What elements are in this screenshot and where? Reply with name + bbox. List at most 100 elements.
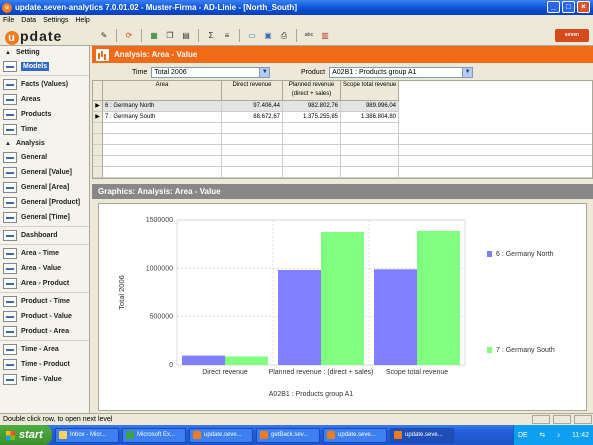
- sidebar-item-general-area[interactable]: General [Area]: [0, 180, 89, 195]
- toolbar-separator: [141, 29, 142, 42]
- window-title: update.seven-analytics 7.0.01.02 - Muste…: [15, 3, 297, 12]
- column-header-scope-total-revenue[interactable]: Scope total revenue: [341, 81, 399, 101]
- menu-help[interactable]: Help: [75, 17, 89, 24]
- excel-icon[interactable]: ▦: [148, 30, 160, 42]
- maximize-button[interactable]: □: [562, 1, 575, 13]
- start-button[interactable]: start: [0, 425, 52, 445]
- product-select[interactable]: A02B1 : Products group A1 ▼: [329, 66, 474, 78]
- sum-icon[interactable]: Σ: [205, 30, 217, 42]
- data-grid: Area Direct revenue Planned revenue (dir…: [92, 80, 593, 179]
- app-icon: [327, 431, 335, 439]
- copy-icon[interactable]: ❐: [164, 30, 176, 42]
- print-icon[interactable]: ⎙: [278, 30, 290, 42]
- filter-icon[interactable]: ≡: [221, 30, 233, 42]
- taskbar-button[interactable]: getBack.sev...: [256, 427, 320, 443]
- menu-data[interactable]: Data: [21, 17, 36, 24]
- sidebar-item-areas[interactable]: Areas: [0, 92, 89, 107]
- sidebar-item-models[interactable]: Models: [0, 59, 89, 74]
- chevron-down-icon[interactable]: ▼: [259, 67, 270, 77]
- cell-planned[interactable]: 1.375.255,85: [283, 112, 341, 123]
- sidebar-item-product-area[interactable]: Product - Area: [0, 324, 89, 339]
- time-label: Time: [132, 68, 148, 76]
- status-bar: Double click row, to open next level: [0, 413, 593, 425]
- menu-file[interactable]: File: [3, 17, 14, 24]
- status-pane: [574, 415, 592, 424]
- cell-planned[interactable]: 982.802,76: [283, 101, 341, 112]
- taskbar-button[interactable]: update.seve...: [390, 427, 454, 443]
- bar-1: [278, 269, 321, 365]
- open-icon[interactable]: ▭: [246, 30, 258, 42]
- y-tick-label: 0: [169, 362, 173, 369]
- sidebar-item-time-area[interactable]: Time - Area: [0, 342, 89, 357]
- tools-icon[interactable]: ✎: [98, 30, 110, 42]
- cell-direct[interactable]: 88.672,67: [222, 112, 283, 123]
- table-row[interactable]: ▶ 7 : Germany South 88.672,67 1.375.255,…: [93, 112, 399, 123]
- language-indicator[interactable]: DE: [518, 432, 528, 439]
- products-icon: [3, 109, 17, 120]
- table-icon: [3, 311, 17, 322]
- cell-direct[interactable]: 97.406,44: [222, 101, 283, 112]
- sidebar-item-product-time[interactable]: Product - Time: [0, 294, 89, 309]
- taskbar-button[interactable]: Microsoft Ex...: [122, 427, 186, 443]
- bar-2: [225, 356, 268, 365]
- sidebar-item-area-product[interactable]: Area - Product: [0, 276, 89, 291]
- table-icon: [3, 296, 17, 307]
- network-icon[interactable]: ⇆: [539, 431, 545, 439]
- taskbar-button[interactable]: update.seve...: [189, 427, 253, 443]
- menu-settings[interactable]: Settings: [43, 17, 68, 24]
- status-pane: [553, 415, 571, 424]
- sidebar-item-products[interactable]: Products: [0, 107, 89, 122]
- column-header-planned-revenue[interactable]: Planned revenue (direct + sales): [283, 81, 341, 101]
- sidebar-item-time-product[interactable]: Time - Product: [0, 357, 89, 372]
- sidebar-divider: [0, 340, 89, 341]
- chevron-down-icon[interactable]: ▼: [462, 67, 473, 77]
- seven-brand-logo: seven: [555, 29, 589, 42]
- cell-area[interactable]: 7 : Germany South: [103, 112, 222, 123]
- sidebar-section-setting[interactable]: ▲ Setting: [0, 46, 89, 59]
- menu-bar: File Data Settings Help: [0, 15, 593, 26]
- graphics-title: Graphics: Analysis: Area - Value: [98, 187, 221, 196]
- column-header-direct-revenue[interactable]: Direct revenue: [222, 81, 283, 101]
- abc-icon[interactable]: ᵃᵇᶜ: [303, 30, 315, 42]
- table-icon: [3, 182, 17, 193]
- sidebar-item-area-time[interactable]: Area - Time: [0, 246, 89, 261]
- column-header-area[interactable]: Area: [103, 81, 222, 101]
- table-row[interactable]: ▶ 6 : Germany North 97.406,44 982.802,76…: [93, 101, 399, 112]
- sidebar-section-analysis[interactable]: ▲ Analysis: [0, 137, 89, 150]
- sidebar-item-time-value[interactable]: Time - Value: [0, 372, 89, 387]
- app-icon[interactable]: u: [2, 2, 12, 13]
- volume-icon[interactable]: ♪: [557, 432, 561, 439]
- close-button[interactable]: ×: [577, 1, 590, 13]
- minimize-button[interactable]: _: [547, 1, 560, 13]
- cell-scope[interactable]: 1.386.804,80: [341, 112, 399, 123]
- table-icon: [3, 263, 17, 274]
- sidebar-item-product-value[interactable]: Product - Value: [0, 309, 89, 324]
- sidebar-item-general[interactable]: General: [0, 150, 89, 165]
- sidebar-item-general-value[interactable]: General [Value]: [0, 165, 89, 180]
- row-marker-icon[interactable]: ▶: [93, 112, 103, 123]
- toolbar: u pdate ✎ ⟳ ▦ ❐ ▤ Σ ≡ ▭ ▣ ⎙ ᵃᵇᶜ ▥ seven: [0, 26, 593, 46]
- sidebar-item-area-value[interactable]: Area - Value: [0, 261, 89, 276]
- sidebar-item-facts[interactable]: Facts (Values): [0, 77, 89, 92]
- taskbar-button[interactable]: Inbox - Micr...: [55, 427, 119, 443]
- app-icon: [394, 431, 402, 439]
- collapse-icon: ▲: [5, 49, 11, 56]
- cell-scope[interactable]: 989.996,04: [341, 101, 399, 112]
- chart-icon[interactable]: ▥: [319, 30, 331, 42]
- paste-icon[interactable]: ▤: [180, 30, 192, 42]
- sidebar-item-dashboard[interactable]: Dashboard: [0, 228, 89, 243]
- taskbar-button[interactable]: update.seve...: [323, 427, 387, 443]
- sidebar-divider: [0, 244, 89, 245]
- time-select[interactable]: Total 2006 ▼: [151, 66, 271, 78]
- row-marker-icon[interactable]: ▶: [93, 101, 103, 112]
- sidebar-item-general-time[interactable]: General [Time]: [0, 210, 89, 225]
- cell-area[interactable]: 6 : Germany North: [103, 101, 222, 112]
- sidebar-divider: [0, 226, 89, 227]
- table-icon: [3, 152, 17, 163]
- refresh-icon[interactable]: ⟳: [123, 30, 135, 42]
- legend-swatch: [487, 251, 492, 257]
- sidebar-item-general-product[interactable]: General [Product]: [0, 195, 89, 210]
- outlook-icon: [59, 431, 67, 439]
- save-icon[interactable]: ▣: [262, 30, 274, 42]
- sidebar-item-time[interactable]: Time: [0, 122, 89, 137]
